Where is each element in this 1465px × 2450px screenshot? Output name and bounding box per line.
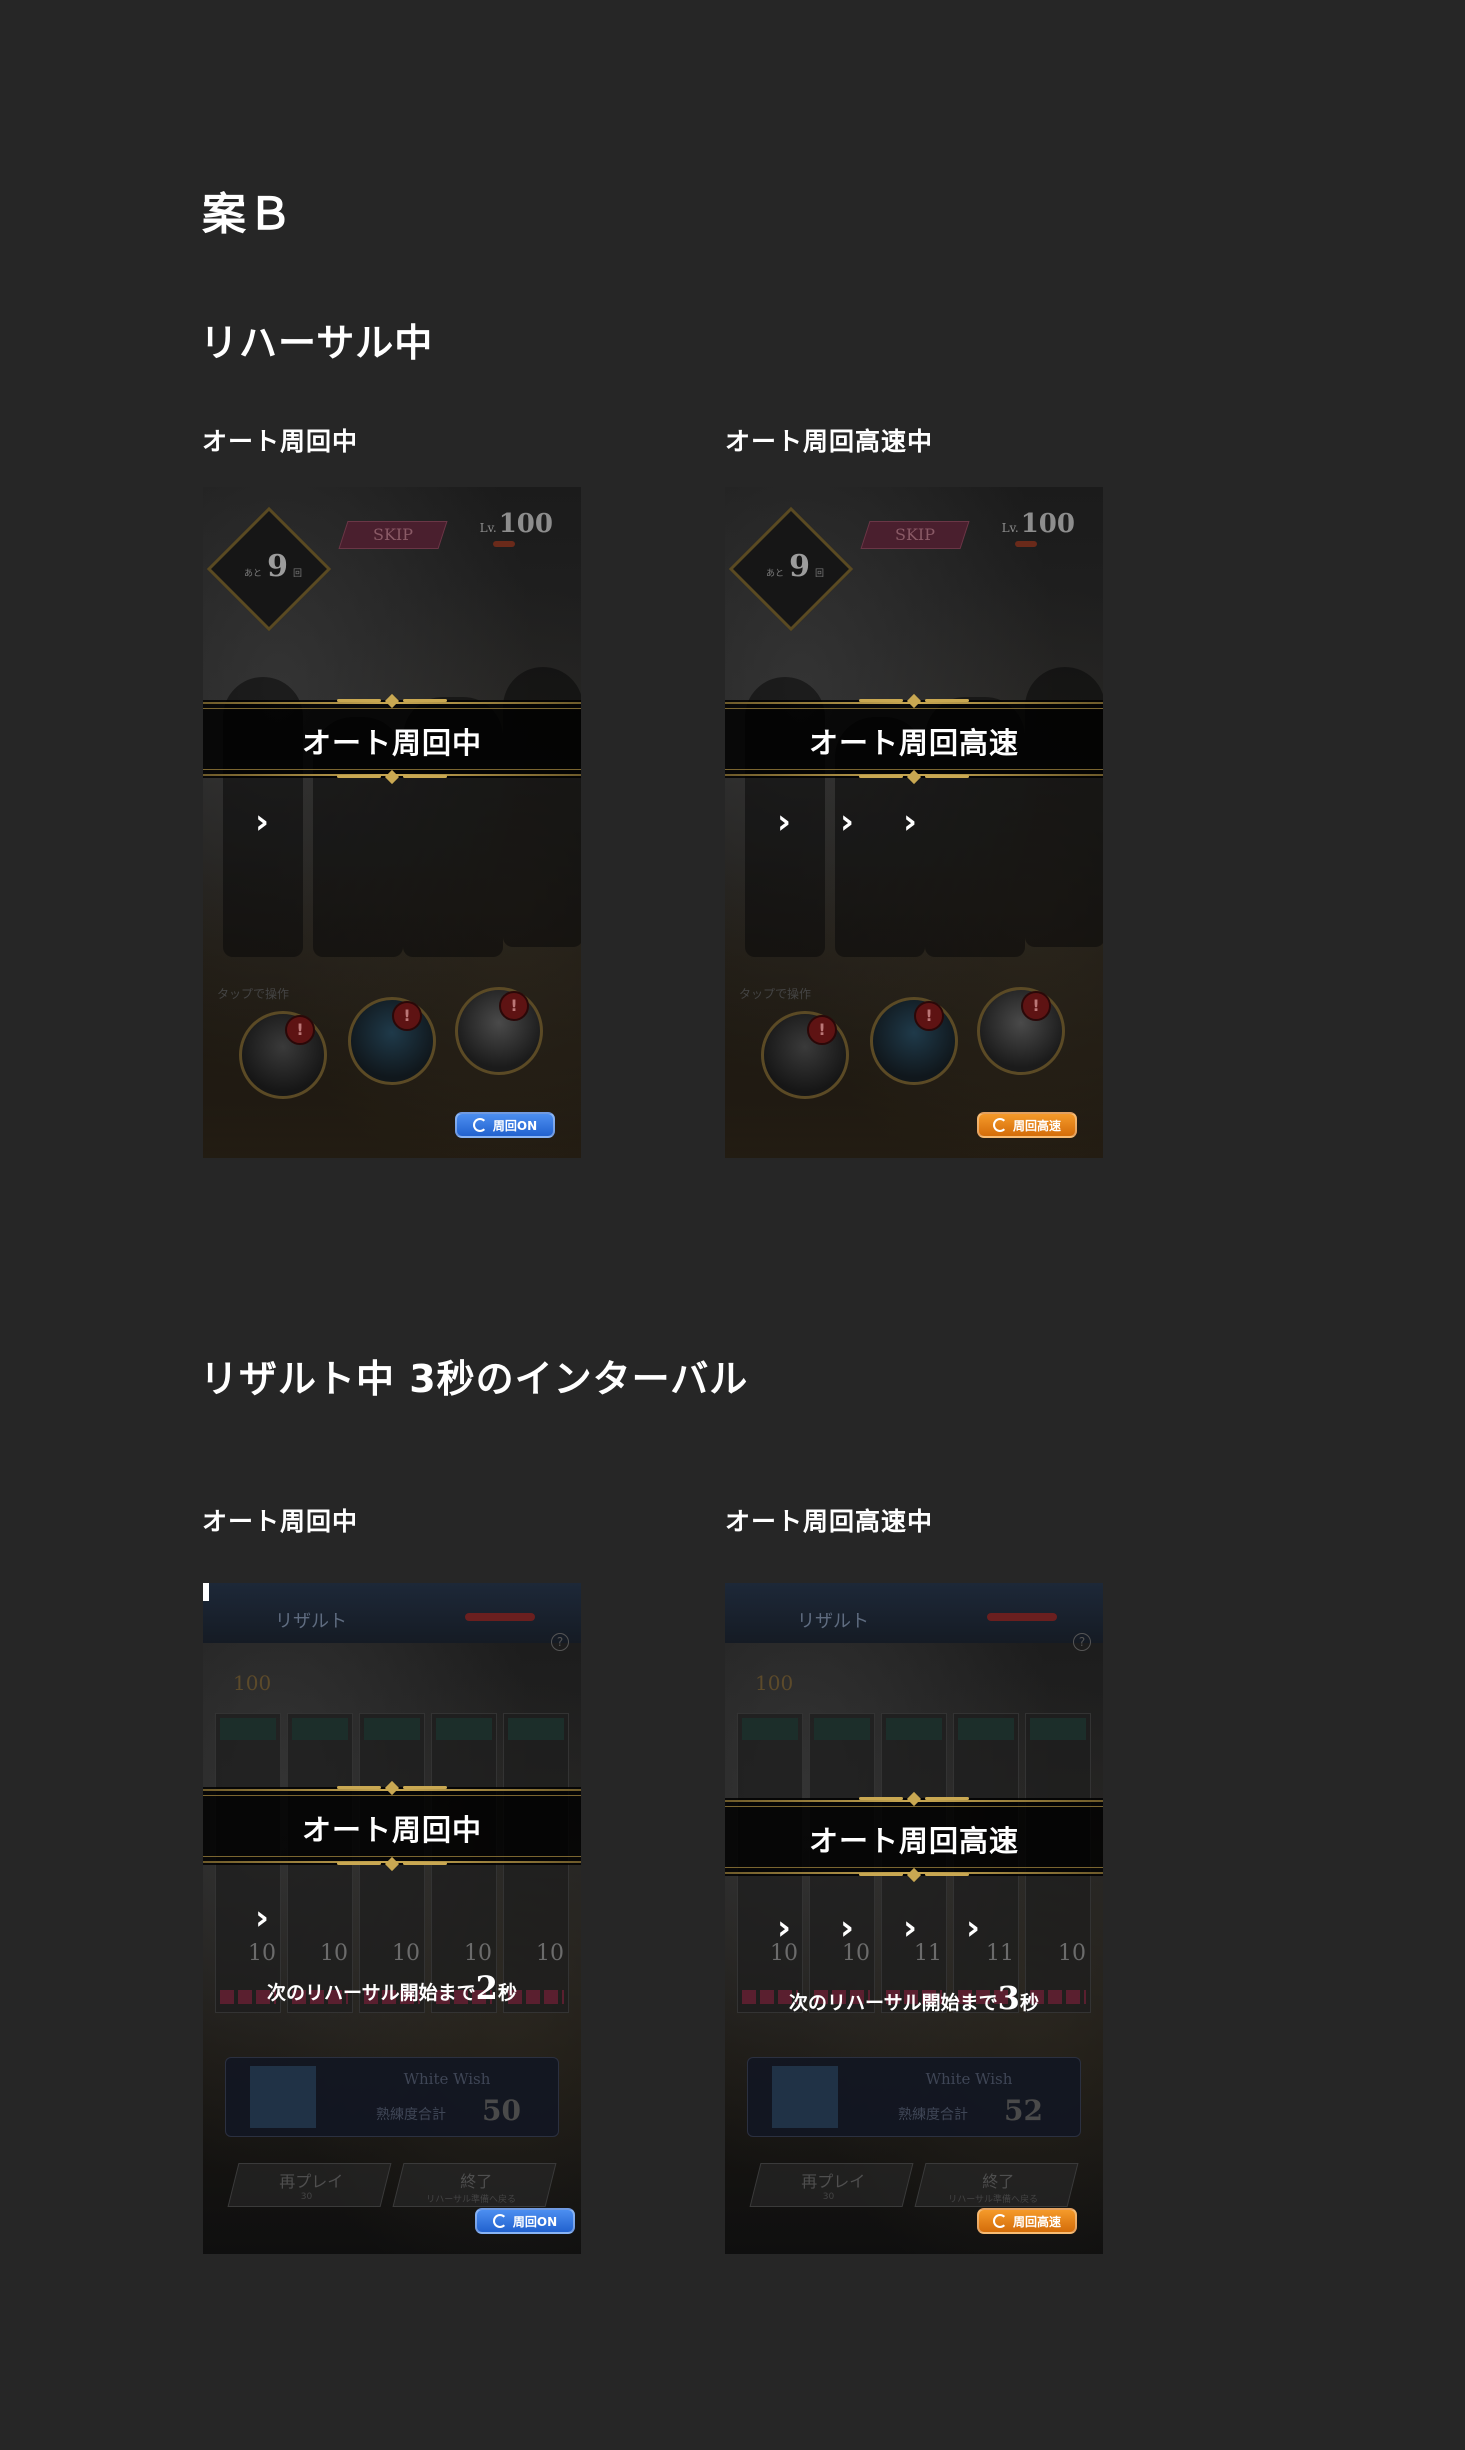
song-result-panel: White Wish 熟練度合計 52 <box>747 2057 1081 2137</box>
label-result-normal: オート周回中 <box>202 1507 359 1536</box>
page-heading: 案Ｂ <box>202 189 294 240</box>
label-result-fast: オート周回高速中 <box>725 1507 934 1536</box>
result-level: 100 <box>755 1671 794 1695</box>
banner-title: オート周回高速 <box>808 1824 1019 1858</box>
result-header: リザルト ? <box>725 1583 1103 1651</box>
result-title: リザルト <box>275 1611 347 1632</box>
speed-chevron: › <box>255 802 270 842</box>
help-icon[interactable]: ? <box>551 1633 569 1651</box>
label-rehearsal-fast: オート周回高速中 <box>725 427 934 456</box>
auto-loop-toggle[interactable]: 周回ON <box>455 1112 555 1138</box>
refresh-icon <box>992 1118 1007 1132</box>
auto-loop-fast-banner: オート周回高速 <box>725 1791 1103 1883</box>
proficiency-label: 熟練度合計 <box>898 2107 968 2123</box>
countdown-seconds: 3 <box>997 1979 1020 2017</box>
alert-icon: ! <box>914 1001 944 1031</box>
skip-button[interactable]: SKIP <box>860 521 970 549</box>
refresh-icon <box>492 2214 507 2228</box>
level-display: Lv.100 <box>479 509 553 539</box>
speed-chevron: › <box>777 802 792 842</box>
alert-icon: ! <box>1021 991 1051 1021</box>
result-fast-screen: リザルト ? 100 10 10 11 11 10 オート周回高速 › › › … <box>725 1583 1103 2254</box>
skip-button[interactable]: SKIP <box>338 521 448 549</box>
auto-loop-toggle[interactable]: 周回ON <box>475 2208 575 2234</box>
speed-chevron: › <box>966 1908 981 1948</box>
next-rehearsal-countdown: 次のリハーサル開始まで2秒 <box>267 1969 517 2007</box>
speed-chevron: › <box>840 802 855 842</box>
song-jacket <box>772 2066 838 2128</box>
song-jacket <box>250 2066 316 2128</box>
auto-loop-fast-toggle[interactable]: 周回高速 <box>977 1112 1077 1138</box>
tap-hint: タップで操作 <box>739 987 812 1001</box>
help-icon[interactable]: ? <box>1073 1633 1091 1651</box>
song-result-panel: White Wish 熟練度合計 50 <box>225 2057 559 2137</box>
song-name: White Wish <box>403 2070 491 2088</box>
remaining-count: 9 <box>789 549 810 584</box>
auto-loop-fast-toggle[interactable]: 周回高速 <box>977 2208 1077 2234</box>
auto-loop-banner: オート周回中 <box>203 1780 581 1872</box>
finish-button[interactable]: 終了 リハーサル準備へ戻る <box>392 2163 557 2207</box>
alert-icon: ! <box>807 1015 837 1045</box>
proficiency-total: 52 <box>1004 2094 1043 2127</box>
refresh-icon <box>992 2214 1007 2228</box>
result-header: リザルト ? <box>203 1583 581 1651</box>
speed-chevron: › <box>840 1908 855 1948</box>
label-rehearsal-normal: オート周回中 <box>202 427 359 456</box>
alert-icon: ! <box>499 991 529 1021</box>
selection-marker <box>203 1583 209 1601</box>
result-title: リザルト <box>797 1611 869 1632</box>
level-gauge <box>493 541 515 547</box>
remaining-count: 9 <box>267 549 288 584</box>
auto-loop-fast-banner: オート周回高速 <box>725 693 1103 785</box>
section-title-result: リザルト中 3秒のインターバル <box>200 1357 749 1401</box>
speed-chevron: › <box>255 1898 270 1938</box>
rehearsal-normal-screen: あと 9 回 SKIP Lv.100 オート周回中 › タップで操作 ! ! !… <box>203 487 581 1158</box>
rehearsal-fast-screen: あと 9 回 SKIP Lv.100 オート周回高速 › › › タップで操作 … <box>725 487 1103 1158</box>
auto-loop-banner: オート周回中 <box>203 693 581 785</box>
level-gauge <box>1015 541 1037 547</box>
tap-hint: タップで操作 <box>217 987 290 1001</box>
alert-icon: ! <box>392 1001 422 1031</box>
next-rehearsal-countdown: 次のリハーサル開始まで3秒 <box>789 1979 1039 2017</box>
stamina-gauge <box>465 1613 535 1621</box>
replay-button[interactable]: 再プレイ 30 <box>749 2163 914 2207</box>
result-normal-screen: リザルト ? 100 10 10 10 10 10 オート周回中 › 次のリハー… <box>203 1583 581 2254</box>
countdown-seconds: 2 <box>475 1969 498 2007</box>
replay-button[interactable]: 再プレイ 30 <box>227 2163 392 2207</box>
song-name: White Wish <box>925 2070 1013 2088</box>
speed-chevron: › <box>903 802 918 842</box>
banner-title: オート周回中 <box>301 1813 482 1847</box>
proficiency-total: 50 <box>482 2094 521 2127</box>
refresh-icon <box>472 1118 487 1132</box>
speed-chevron: › <box>777 1908 792 1948</box>
section-title-rehearsal: リハーサル中 <box>200 321 434 365</box>
banner-title: オート周回高速 <box>808 726 1019 760</box>
stamina-gauge <box>987 1613 1057 1621</box>
level-display: Lv.100 <box>1001 509 1075 539</box>
finish-button[interactable]: 終了 リハーサル準備へ戻る <box>914 2163 1079 2207</box>
result-level: 100 <box>233 1671 272 1695</box>
alert-icon: ! <box>285 1015 315 1045</box>
banner-title: オート周回中 <box>301 726 482 760</box>
speed-chevron: › <box>903 1908 918 1948</box>
proficiency-label: 熟練度合計 <box>376 2107 446 2123</box>
